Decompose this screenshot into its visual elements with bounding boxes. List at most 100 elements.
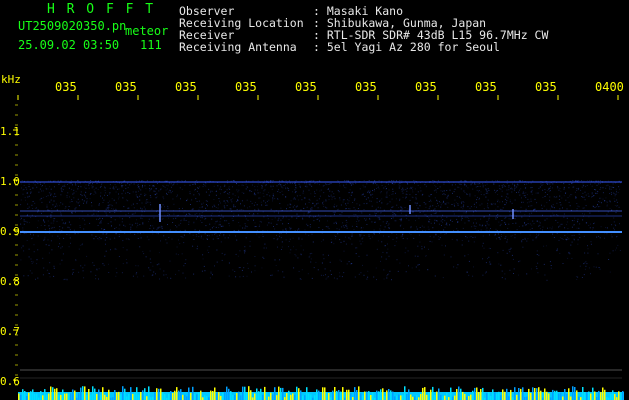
noise-pixel	[131, 204, 133, 206]
noise-pixel	[328, 195, 329, 197]
noise-pixel	[339, 197, 341, 199]
noise-pixel	[382, 251, 384, 253]
level-bar-spike	[62, 389, 64, 400]
noise-pixel	[585, 185, 587, 187]
noise-pixel	[334, 212, 336, 214]
level-bar-spike	[212, 391, 214, 400]
noise-pixel	[202, 258, 204, 260]
noise-pixel	[369, 190, 371, 192]
noise-pixel	[311, 252, 313, 254]
noise-pixel	[302, 249, 304, 251]
noise-pixel	[219, 200, 221, 202]
noise-pixel	[316, 218, 318, 220]
noise-pixel	[435, 212, 437, 214]
noise-pixel	[265, 202, 267, 204]
noise-pixel	[191, 214, 193, 216]
noise-pixel	[59, 229, 61, 231]
noise-pixel	[441, 202, 443, 204]
noise-pixel	[476, 189, 478, 191]
level-bar-spike	[400, 395, 402, 400]
noise-pixel	[142, 185, 143, 187]
noise-pixel	[391, 218, 392, 219]
noise-pixel	[100, 222, 102, 224]
noise-pixel	[403, 189, 405, 191]
noise-pixel	[527, 198, 529, 200]
noise-pixel	[400, 209, 402, 211]
noise-pixel	[234, 195, 236, 197]
noise-pixel	[537, 272, 539, 274]
noise-pixel	[261, 184, 263, 186]
noise-pixel	[210, 271, 212, 273]
noise-pixel	[294, 230, 296, 231]
noise-pixel	[81, 244, 83, 246]
noise-pixel	[79, 227, 81, 228]
level-bar-spike	[140, 392, 142, 400]
noise-pixel	[406, 187, 408, 189]
noise-pixel	[460, 188, 462, 190]
noise-pixel	[36, 259, 38, 261]
noise-pixel	[232, 193, 234, 195]
noise-pixel	[357, 208, 359, 209]
noise-pixel	[281, 246, 283, 248]
noise-pixel	[459, 197, 461, 199]
noise-pixel	[145, 256, 147, 258]
noise-pixel	[339, 259, 341, 261]
noise-pixel	[50, 240, 52, 242]
level-bar-spike	[598, 390, 600, 400]
noise-pixel	[107, 202, 109, 204]
noise-pixel	[22, 189, 24, 191]
noise-pixel	[410, 187, 412, 189]
noise-pixel	[58, 246, 59, 248]
noise-pixel	[109, 238, 111, 240]
noise-pixel	[583, 196, 585, 198]
noise-pixel	[355, 214, 357, 216]
noise-pixel	[289, 228, 291, 230]
noise-pixel	[542, 197, 544, 198]
noise-pixel	[377, 187, 379, 189]
level-bar-spike	[26, 396, 28, 400]
level-bar-spike	[34, 393, 36, 400]
noise-pixel	[381, 202, 383, 204]
noise-pixel	[524, 214, 526, 216]
noise-pixel	[536, 233, 538, 235]
noise-pixel	[144, 195, 146, 197]
noise-pixel	[600, 180, 601, 182]
noise-pixel	[561, 197, 563, 199]
noise-pixel	[521, 197, 522, 199]
noise-pixel	[166, 184, 168, 186]
noise-pixel	[485, 224, 487, 226]
noise-pixel	[485, 271, 487, 273]
noise-pixel	[271, 188, 273, 190]
noise-pixel	[245, 188, 247, 190]
noise-pixel	[91, 187, 93, 189]
noise-pixel	[280, 185, 282, 187]
noise-pixel	[259, 224, 261, 226]
noise-pixel	[461, 216, 463, 218]
noise-pixel	[549, 183, 551, 185]
noise-pixel	[591, 192, 593, 194]
level-bar-spike	[592, 387, 594, 400]
noise-pixel	[148, 267, 150, 269]
noise-pixel	[135, 191, 137, 193]
noise-pixel	[518, 191, 520, 193]
noise-pixel	[472, 188, 474, 190]
noise-pixel	[194, 213, 196, 215]
noise-pixel	[263, 190, 265, 192]
noise-pixel	[611, 193, 612, 195]
noise-pixel	[394, 245, 396, 247]
noise-pixel	[613, 229, 615, 231]
noise-pixel	[201, 206, 203, 208]
noise-pixel	[485, 196, 487, 198]
noise-pixel	[270, 222, 272, 224]
noise-pixel	[450, 220, 451, 221]
noise-pixel	[42, 190, 44, 192]
noise-pixel	[572, 180, 574, 181]
noise-pixel	[60, 187, 62, 189]
noise-pixel	[235, 276, 237, 278]
noise-pixel	[526, 194, 528, 196]
noise-pixel	[477, 183, 479, 185]
level-bar-spike	[328, 393, 330, 400]
noise-pixel	[500, 234, 502, 235]
noise-pixel	[78, 185, 79, 187]
noise-pixel	[473, 211, 474, 213]
